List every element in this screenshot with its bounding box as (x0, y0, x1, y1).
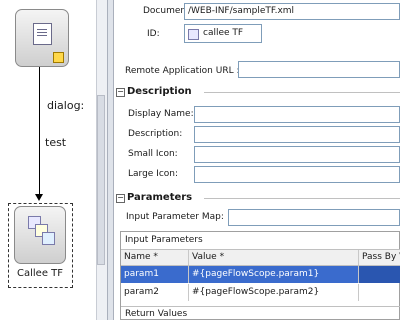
table-row[interactable]: param2 #{pageFlowScope.param2} (121, 284, 400, 301)
parameters-section-title: Parameters (127, 192, 193, 203)
pass-by-value-cell[interactable] (359, 284, 400, 301)
display-name-label: Display Name: (128, 109, 194, 119)
document-value: /WEB-INF/sampleTF.xml (188, 6, 295, 16)
edge-label-test: test (45, 136, 67, 149)
return-values-section: Return Values (121, 306, 400, 321)
property-inspector: Document: /WEB-INF/sampleTF.xml ID: call… (114, 0, 400, 320)
input-param-map-label: Input Parameter Map: (126, 212, 224, 222)
edge-label-dialog: dialog: (47, 99, 85, 112)
small-icon-label: Small Icon: (128, 149, 178, 159)
input-parameters-table: Input Parameters Name * Value * Pass By … (120, 231, 400, 320)
small-icon-input[interactable] (194, 146, 400, 163)
task-flow-icon (188, 29, 199, 40)
document-field[interactable]: /WEB-INF/sampleTF.xml (184, 3, 400, 20)
task-flow-call-node[interactable] (14, 206, 66, 264)
collapse-icon[interactable]: − (116, 88, 125, 97)
arrowhead-icon (35, 194, 43, 201)
section-divider (204, 92, 400, 93)
param-value-cell[interactable]: #{pageFlowScope.param1} (189, 266, 359, 283)
column-header-value[interactable]: Value * (189, 250, 359, 265)
description-section-title: Description (127, 86, 192, 97)
large-icon-input[interactable] (194, 166, 400, 183)
id-label: ID: (147, 29, 160, 39)
column-header-pass-by-value[interactable]: Pass By V (359, 250, 400, 265)
description-input[interactable] (194, 126, 400, 143)
remote-url-label: Remote Application URL : (125, 66, 240, 76)
input-param-map-input[interactable] (228, 209, 400, 226)
column-header-name[interactable]: Name * (121, 250, 189, 265)
scrollbar-thumb[interactable] (97, 95, 105, 265)
diagram-canvas[interactable]: dialog: test Callee TF (0, 0, 96, 320)
display-name-input[interactable] (194, 106, 400, 123)
view-activity-node[interactable] (15, 9, 69, 67)
collapse-icon[interactable]: − (116, 194, 125, 203)
task-flow-icon-layer (42, 232, 55, 245)
pass-by-value-cell[interactable] (359, 266, 400, 283)
id-value: callee TF (203, 28, 244, 38)
large-icon-label: Large Icon: (128, 169, 179, 179)
remote-url-input[interactable] (238, 61, 400, 78)
splitter[interactable] (107, 0, 114, 320)
param-value-cell[interactable]: #{pageFlowScope.param2} (189, 284, 359, 301)
callee-node-label: Callee TF (17, 268, 64, 279)
description-section-header[interactable]: − Description (114, 85, 400, 99)
section-divider (204, 198, 400, 199)
id-field[interactable]: callee TF (184, 24, 262, 43)
param-name-cell[interactable]: param1 (121, 266, 189, 283)
page-icon (33, 23, 52, 45)
param-name-cell[interactable]: param2 (121, 284, 189, 301)
description-label: Description: (128, 129, 183, 139)
table-row[interactable]: param1 #{pageFlowScope.param1} (121, 266, 400, 283)
table-header: Name * Value * Pass By V (121, 249, 400, 266)
default-activity-badge-icon (53, 52, 64, 63)
input-parameters-title: Input Parameters (125, 235, 203, 245)
control-flow-edge[interactable] (39, 67, 40, 198)
parameters-section-header[interactable]: − Parameters (114, 191, 400, 205)
return-values-label: Return Values (125, 309, 188, 319)
